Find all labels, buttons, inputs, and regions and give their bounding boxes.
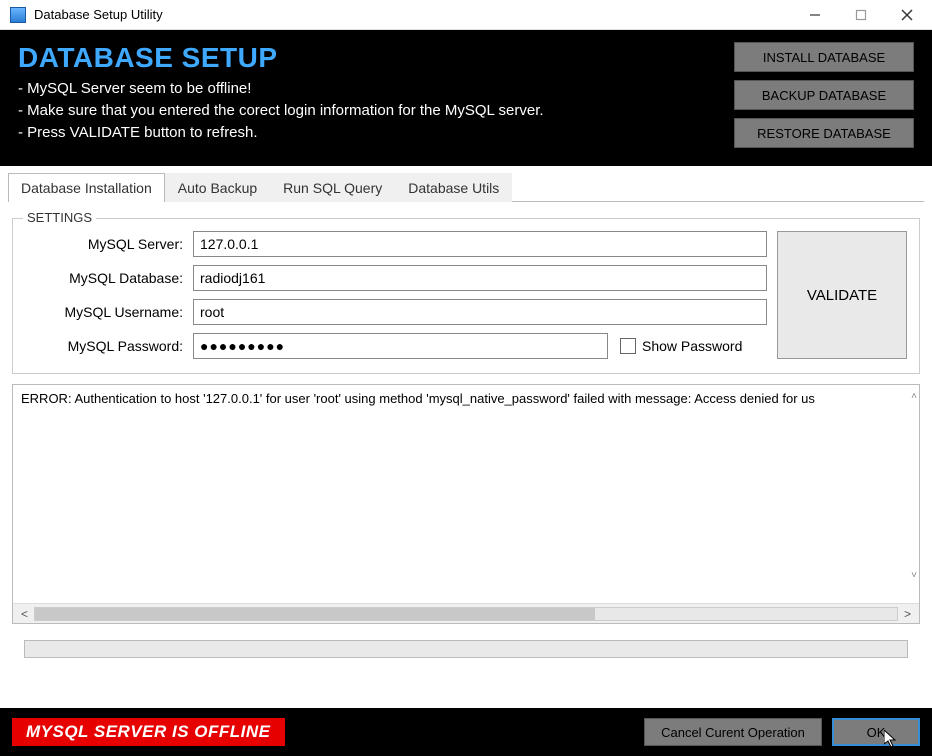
window-titlebar: Database Setup Utility [0,0,932,30]
ok-button-label: OK [867,725,886,740]
window-title: Database Setup Utility [34,7,792,22]
scroll-down-icon[interactable]: ˅ [911,570,917,581]
header-info: DATABASE SETUP - MySQL Server seem to be… [18,42,724,148]
cancel-operation-button[interactable]: Cancel Curent Operation [644,718,822,746]
header-lines: - MySQL Server seem to be offline! - Mak… [18,78,724,143]
mysql-password-label: MySQL Password: [25,338,193,354]
show-password-group: Show Password [620,338,742,354]
horizontal-scrollbar[interactable]: < > [13,603,919,623]
tab-database-installation[interactable]: Database Installation [8,173,165,202]
mysql-database-input[interactable] [193,265,767,291]
footer-buttons: Cancel Curent Operation OK [644,718,920,746]
settings-fieldset: SETTINGS MySQL Server: MySQL Database: M… [12,218,920,374]
footer: MYSQL SERVER IS OFFLINE Cancel Curent Op… [0,708,932,756]
backup-database-button[interactable]: BACKUP DATABASE [734,80,914,110]
tab-run-sql-query[interactable]: Run SQL Query [270,173,395,202]
tabs-container: Database Installation Auto Backup Run SQ… [0,172,932,202]
install-database-button[interactable]: INSTALL DATABASE [734,42,914,72]
cursor-icon [884,730,900,750]
scroll-right-icon[interactable]: > [900,607,915,621]
mysql-database-label: MySQL Database: [25,270,193,286]
ok-button[interactable]: OK [832,718,920,746]
mysql-password-input[interactable] [193,333,608,359]
restore-database-button[interactable]: RESTORE DATABASE [734,118,914,148]
status-badge: MYSQL SERVER IS OFFLINE [12,718,285,746]
settings-legend: SETTINGS [23,210,96,225]
maximize-button[interactable] [838,1,884,29]
log-area: ERROR: Authentication to host '127.0.0.1… [12,384,920,624]
tab-panel: SETTINGS MySQL Server: MySQL Database: M… [0,202,932,658]
window-controls [792,1,930,29]
scrollbar-track[interactable] [34,607,898,621]
log-text[interactable]: ERROR: Authentication to host '127.0.0.1… [13,385,919,603]
mysql-server-input[interactable] [193,231,767,257]
minimize-button[interactable] [792,1,838,29]
log-line: ERROR: Authentication to host '127.0.0.1… [21,391,815,406]
show-password-label: Show Password [642,338,742,354]
tab-auto-backup[interactable]: Auto Backup [165,173,270,202]
header-line: - MySQL Server seem to be offline! [18,78,724,100]
tab-database-utils[interactable]: Database Utils [395,173,512,202]
header: DATABASE SETUP - MySQL Server seem to be… [0,30,932,166]
app-icon [10,7,26,23]
header-line: - Press VALIDATE button to refresh. [18,122,724,144]
scroll-left-icon[interactable]: < [17,607,32,621]
validate-button[interactable]: VALIDATE [777,231,907,359]
progress-bar [24,640,908,658]
tabs: Database Installation Auto Backup Run SQ… [8,172,924,202]
close-button[interactable] [884,1,930,29]
mysql-username-label: MySQL Username: [25,304,193,320]
show-password-checkbox[interactable] [620,338,636,354]
scroll-up-icon[interactable]: ˄ [911,391,917,402]
header-buttons: INSTALL DATABASE BACKUP DATABASE RESTORE… [734,42,914,148]
mysql-username-input[interactable] [193,299,767,325]
scrollbar-thumb[interactable] [35,608,595,620]
header-line: - Make sure that you entered the corect … [18,100,724,122]
header-title: DATABASE SETUP [18,42,724,74]
mysql-server-label: MySQL Server: [25,236,193,252]
